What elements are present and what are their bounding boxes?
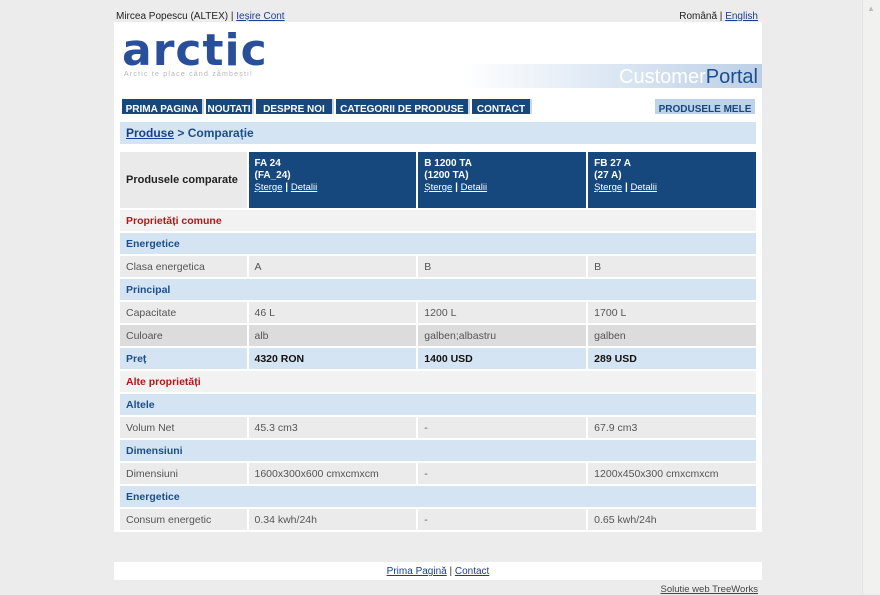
group-title: Principal: [120, 279, 756, 300]
product-column-header: B 1200 TA (1200 TA) Șterge | Detalii: [416, 152, 587, 208]
property-row: Consum energetic 0.34 kwh/24h -0.65 kwh/24…: [120, 509, 756, 530]
property-value: 4320 RON: [246, 348, 417, 369]
top-bar: Mircea Popescu (ALTEX) | Ieșire Cont Rom…: [114, 8, 762, 22]
property-row: Culoare alb galben;albastru galben: [120, 325, 756, 346]
product-code: (1200 TA): [424, 170, 469, 181]
property-value: 46 L: [246, 302, 417, 323]
footer: Prima Pagină | Contact: [114, 562, 762, 580]
logout-link[interactable]: Ieșire Cont: [236, 11, 284, 22]
delete-product-link[interactable]: Șterge: [594, 182, 622, 193]
section-header-row: Alte proprietăți: [120, 371, 756, 392]
property-row: Dimensiuni 1600x300x600 cmxcmxcm -1200x450…: [120, 463, 756, 484]
property-value: 1200x450x300 cmxcmxcm: [586, 463, 756, 484]
group-header-row: Altele: [120, 394, 756, 415]
product-code: (FA_24): [254, 170, 291, 181]
property-value: 45.3 cm3: [246, 417, 417, 438]
header: arctic Arctic te place când zâmbești! Cu…: [114, 22, 762, 121]
property-value: -: [416, 509, 587, 530]
portal-title-part1: Customer: [619, 66, 706, 88]
language-current: Română |: [679, 11, 723, 22]
product-actions: Șterge | Detalii: [424, 182, 488, 193]
comparison-header-row: Produsele comparate FA 24 (FA_24) Șterge…: [120, 152, 756, 208]
portal-title-part2: Portal: [705, 66, 758, 88]
user-name: Mircea Popescu (ALTEX) |: [116, 11, 234, 22]
property-value: 1600x300x600 cmxcmxcm: [246, 463, 417, 484]
group-header-row: Energetice: [120, 486, 756, 507]
credit: Solutie web TreeWorks: [660, 584, 758, 595]
group-title: Energetice: [120, 233, 756, 254]
property-value: alb: [246, 325, 417, 346]
product-details-link[interactable]: Detalii: [631, 182, 657, 193]
property-name: Clasa energetica: [120, 256, 247, 277]
product-code: (27 A): [594, 170, 622, 181]
product-details-link[interactable]: Detalii: [461, 182, 487, 193]
group-title: Dimensiuni: [120, 440, 756, 461]
property-value: 1700 L: [586, 302, 756, 323]
group-title: Altele: [120, 394, 756, 415]
compared-products-label: Produsele comparate: [120, 152, 247, 208]
property-value: 1400 USD: [416, 348, 587, 369]
property-name: Consum energetic: [120, 509, 247, 530]
property-value: -: [416, 417, 587, 438]
property-value: -: [416, 463, 587, 484]
product-actions: Șterge | Detalii: [254, 182, 318, 193]
product-column-header: FA 24 (FA_24) Șterge | Detalii: [246, 152, 417, 208]
property-name: Preț: [120, 348, 247, 369]
footer-contact-link[interactable]: Contact: [455, 566, 489, 577]
price-row: Preț 4320 RON 1400 USD 289 USD: [120, 348, 756, 369]
property-value: A: [246, 256, 417, 277]
breadcrumb: Produse > Comparație: [120, 122, 756, 144]
property-name: Culoare: [120, 325, 247, 346]
property-row: Clasa energetica A B B: [120, 256, 756, 277]
breadcrumb-current: > Comparație: [174, 126, 254, 140]
vertical-scrollbar[interactable]: ▲: [862, 0, 880, 594]
section-header-row: Proprietăți comune: [120, 210, 756, 231]
footer-separator: |: [446, 566, 455, 577]
property-name: Capacitate: [120, 302, 247, 323]
property-value: 67.9 cm3: [586, 417, 756, 438]
property-value: B: [586, 256, 756, 277]
page-container: Mircea Popescu (ALTEX) | Ieșire Cont Rom…: [114, 8, 762, 595]
group-header-row: Principal: [120, 279, 756, 300]
scroll-up-icon[interactable]: ▲: [866, 4, 876, 14]
breadcrumb-produse-link[interactable]: Produse: [126, 126, 174, 140]
property-row: Volum Net 45.3 cm3-67.9 cm3: [120, 417, 756, 438]
property-row: Capacitate 46 L 1200 L 1700 L: [120, 302, 756, 323]
property-value: 0.34 kwh/24h: [246, 509, 417, 530]
product-details-link[interactable]: Detalii: [291, 182, 317, 193]
footer-home-link[interactable]: Prima Pagină: [387, 566, 447, 577]
customer-portal-title: CustomerPortal: [619, 66, 758, 89]
language-switcher: Română | English: [679, 11, 758, 22]
product-column-header: FB 27 A (27 A) Șterge | Detalii: [586, 152, 756, 208]
property-name: Dimensiuni: [120, 463, 247, 484]
product-name: FA 24: [254, 158, 281, 169]
delete-product-link[interactable]: Șterge: [255, 182, 283, 193]
group-header-row: Energetice: [120, 233, 756, 254]
property-name: Volum Net: [120, 417, 247, 438]
comparison-table: Produsele comparate FA 24 (FA_24) Șterge…: [120, 150, 756, 532]
property-value: galben;albastru: [416, 325, 587, 346]
property-value: 289 USD: [586, 348, 756, 369]
main-content: Produse > Comparație Produsele comparate…: [114, 114, 762, 532]
property-value: 1200 L: [416, 302, 587, 323]
section-title: Proprietăți comune: [120, 210, 756, 231]
treeworks-credit-link[interactable]: Solutie web TreeWorks: [660, 584, 758, 595]
logo-tagline: Arctic te place când zâmbești!: [124, 71, 253, 78]
section-title: Alte proprietăți: [120, 371, 756, 392]
group-title: Energetice: [120, 486, 756, 507]
property-value: galben: [586, 325, 756, 346]
language-english-link[interactable]: English: [725, 11, 758, 22]
product-name: B 1200 TA: [424, 158, 472, 169]
delete-product-link[interactable]: Șterge: [424, 182, 452, 193]
arctic-logo[interactable]: arctic: [122, 27, 268, 75]
group-header-row: Dimensiuni: [120, 440, 756, 461]
product-actions: Șterge | Detalii: [594, 182, 657, 193]
product-name: FB 27 A: [594, 158, 632, 169]
property-value: 0.65 kwh/24h: [586, 509, 756, 530]
user-info: Mircea Popescu (ALTEX) | Ieșire Cont: [116, 11, 285, 22]
property-value: B: [416, 256, 587, 277]
